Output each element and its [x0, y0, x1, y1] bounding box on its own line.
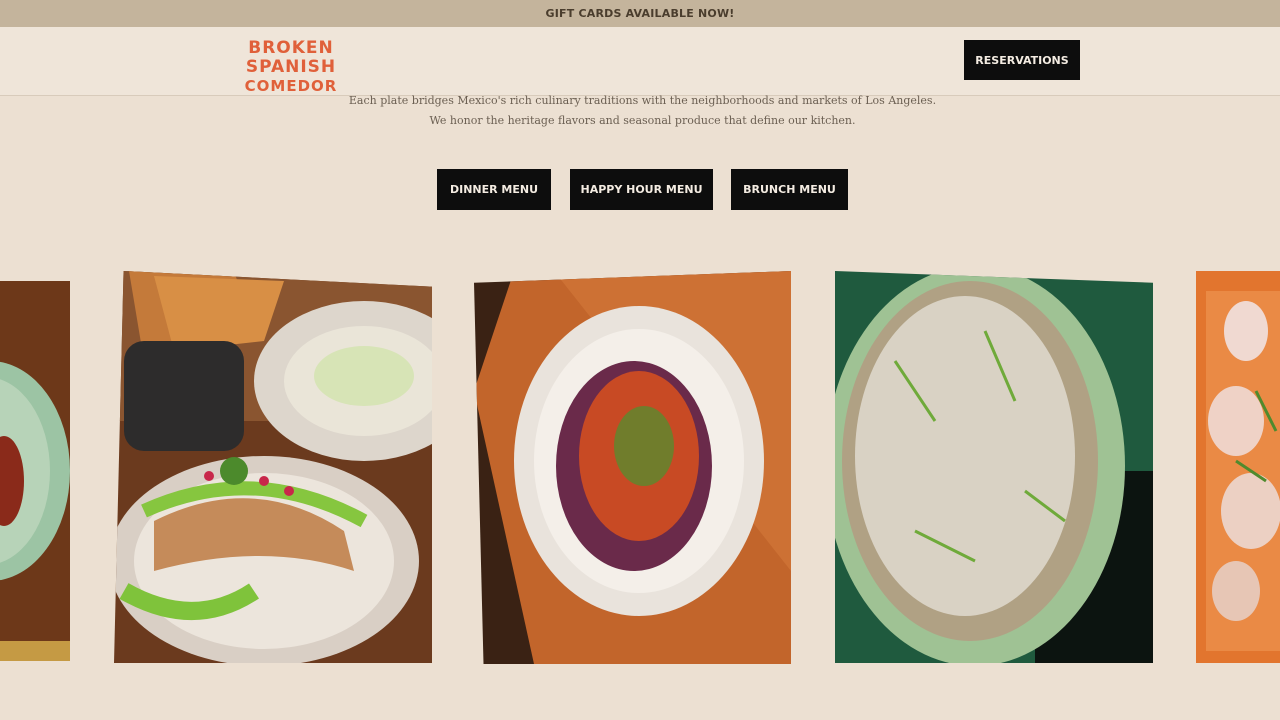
- ceviche-photo-icon: [1196, 271, 1280, 663]
- dinner-menu-button[interactable]: DINNER MENU: [437, 169, 551, 210]
- mole-plate-photo-icon: [474, 271, 791, 664]
- reservations-button[interactable]: RESERVATIONS: [964, 40, 1080, 80]
- menu-buttons: DINNER MENU HAPPY HOUR MENU BRUNCH MENU: [0, 169, 1280, 210]
- promo-text[interactable]: GIFT CARDS AVAILABLE NOW!: [545, 7, 734, 20]
- brunch-menu-button[interactable]: BRUNCH MENU: [731, 169, 848, 210]
- gallery-photo-3[interactable]: [474, 271, 791, 664]
- happy-hour-menu-button[interactable]: HAPPY HOUR MENU: [570, 169, 713, 210]
- gallery-photo-1[interactable]: [0, 281, 70, 661]
- enchilada-photo-icon: [114, 271, 432, 663]
- logo[interactable]: BROKEN SPANISH COMEDOR: [205, 39, 377, 96]
- logo-line-primary: BROKEN SPANISH: [245, 38, 337, 77]
- food-gallery: [0, 268, 1280, 668]
- intro-line-1: Each plate bridges Mexico's rich culinar…: [348, 94, 937, 107]
- grain-salad-photo-icon: [835, 271, 1153, 663]
- gallery-photo-4[interactable]: [835, 271, 1153, 663]
- intro-line-2: We honor the heritage flavors and season…: [429, 114, 856, 127]
- gallery-photo-5[interactable]: [1196, 271, 1280, 663]
- promo-bar[interactable]: GIFT CARDS AVAILABLE NOW!: [0, 0, 1280, 27]
- intro-text: Each plate bridges Mexico's rich culinar…: [0, 91, 1280, 131]
- gallery-photo-2[interactable]: [114, 271, 432, 663]
- green-bowl-photo-icon: [0, 281, 70, 661]
- site-header: BROKEN SPANISH COMEDOR RESERVATIONS: [0, 27, 1280, 96]
